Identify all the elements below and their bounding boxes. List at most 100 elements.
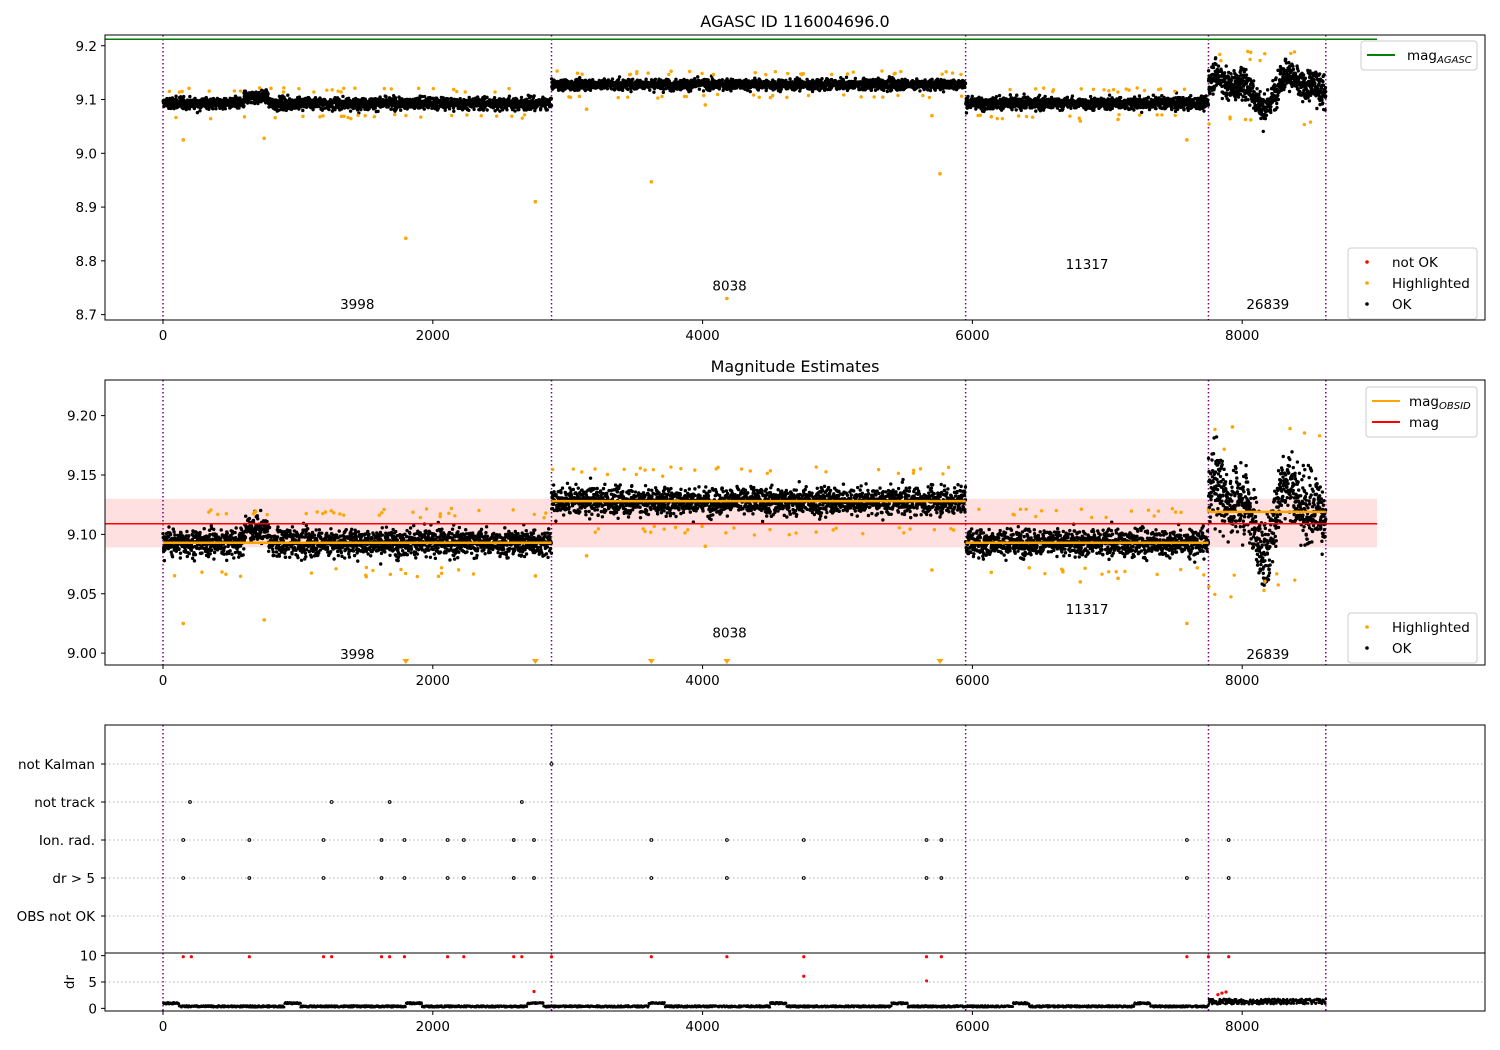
ok-point (617, 75, 622, 79)
ok-point (485, 108, 489, 112)
ok-point (348, 109, 353, 113)
ok-point (1010, 107, 1014, 112)
ok-point (1204, 94, 1208, 98)
ok-point (1065, 95, 1070, 99)
ok-point (467, 108, 471, 112)
ok-point (1110, 106, 1115, 111)
ok-point (1019, 108, 1023, 113)
ok-point (1137, 94, 1142, 98)
ok-point (697, 87, 702, 91)
ok-point (1043, 94, 1047, 99)
ok-point (545, 108, 549, 112)
ok-point (447, 107, 452, 111)
ok-point (964, 111, 969, 115)
ok-point (517, 107, 521, 112)
ok-point (653, 77, 658, 82)
ok-points (161, 56, 1328, 134)
ok-point (844, 75, 849, 80)
ok-point (446, 97, 450, 101)
ok-point (963, 81, 968, 86)
ok-point (223, 107, 228, 111)
ok-point (422, 107, 426, 111)
ok-point (266, 92, 270, 96)
ok-point (485, 95, 489, 100)
ok-point (1092, 108, 1096, 112)
ok-point (630, 77, 635, 81)
panel-agasc-light-curve: AGASC ID 116004696.0 3998803811317268390… (76, 12, 1486, 344)
ok-point (610, 77, 615, 81)
ok-point (1014, 108, 1018, 112)
ok-point (648, 88, 652, 92)
ok-point (720, 78, 725, 82)
ok-point (519, 95, 524, 100)
ok-point (1088, 94, 1093, 99)
ok-point (492, 95, 497, 100)
ok-point (970, 94, 974, 98)
ok-point (930, 77, 934, 82)
ok-point (384, 95, 388, 99)
ok-point (1015, 93, 1019, 97)
ok-point (408, 97, 412, 102)
ok-point (399, 108, 403, 112)
ok-point (1132, 108, 1136, 112)
ok-point (507, 94, 512, 98)
ok-point (174, 94, 178, 98)
ok-point (605, 87, 610, 91)
ok-point (286, 93, 290, 97)
ok-point (505, 108, 509, 112)
panel1-title: AGASC ID 116004696.0 (700, 12, 889, 31)
ok-point (810, 89, 815, 94)
ok-point (820, 76, 824, 81)
panel1-axes: 3998803811317268390 2000 4000 6000 80008.78.… (76, 34, 1486, 344)
figure: AGASC ID 116004696.0 3998803811317268390… (17, 12, 1486, 1035)
ok-point (577, 75, 582, 80)
ok-point (701, 89, 706, 93)
ok-point (378, 95, 382, 99)
ok-point (198, 109, 202, 113)
ok-point (1037, 93, 1042, 98)
ok-point (966, 94, 970, 99)
ok-point (532, 94, 536, 98)
ok-point (1154, 106, 1158, 111)
ok-point (1118, 95, 1123, 100)
ok-point (629, 89, 633, 94)
ok-point (885, 89, 890, 94)
ok-point (182, 94, 186, 99)
ok-point (626, 87, 630, 92)
ok-point (661, 90, 666, 95)
ok-point (376, 109, 380, 114)
ok-point (1069, 106, 1073, 110)
ok-point (211, 107, 215, 111)
ok-point (1008, 93, 1012, 97)
ok-point (1202, 109, 1206, 113)
ok-point (853, 76, 858, 81)
ok-point (997, 93, 1002, 98)
ok-point (918, 89, 922, 93)
ok-point (1022, 92, 1026, 96)
ok-point (1107, 93, 1112, 97)
ok-point (928, 88, 933, 93)
ok-point (748, 89, 752, 94)
ok-point (436, 106, 441, 110)
ok-point (1146, 95, 1151, 100)
ok-point (1034, 109, 1038, 113)
ok-point (1070, 94, 1075, 98)
ok-point (472, 107, 476, 112)
ok-point (549, 96, 553, 101)
ok-point (644, 77, 648, 81)
ok-point (1189, 93, 1193, 98)
ok-point (882, 88, 886, 93)
ok-point (513, 109, 517, 113)
ok-point (389, 107, 393, 111)
ok-point (452, 109, 456, 113)
ok-point (242, 104, 246, 108)
ok-point (963, 85, 967, 90)
ok-point (994, 94, 999, 99)
ok-point (207, 107, 211, 111)
ok-point (966, 98, 970, 102)
ok-point (1182, 107, 1186, 112)
ok-point (359, 107, 363, 112)
ok-point (652, 90, 656, 94)
ok-point (688, 89, 693, 93)
ok-point (1170, 107, 1174, 112)
